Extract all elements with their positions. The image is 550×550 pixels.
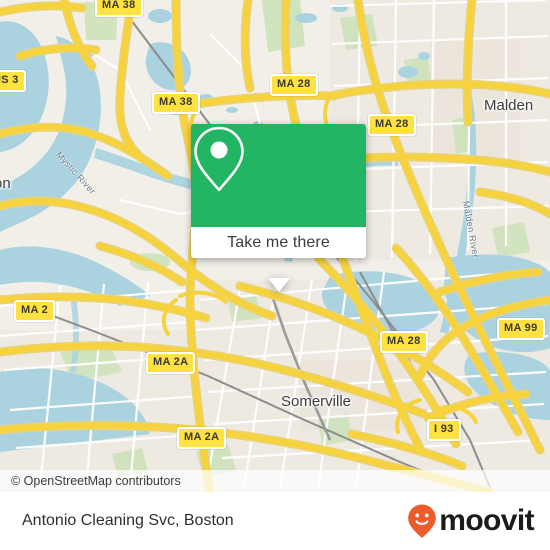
callout-icon-area bbox=[191, 124, 366, 227]
road-shield-ma-2[interactable]: MA 2 bbox=[14, 300, 56, 322]
road-shield-ma-38[interactable]: MA 38 bbox=[152, 92, 200, 114]
moovit-branding[interactable]: moovit bbox=[407, 503, 550, 539]
moovit-wordmark: moovit bbox=[439, 504, 534, 537]
bottom-bar: Antonio Cleaning Svc, Boston moovit bbox=[0, 492, 550, 550]
take-me-there-label: Take me there bbox=[227, 233, 330, 251]
road-shield-ma-99[interactable]: MA 99 bbox=[497, 318, 545, 340]
location-title: Antonio Cleaning Svc, Boston bbox=[22, 512, 234, 529]
road-shield-us-3[interactable]: US 3 bbox=[0, 70, 26, 92]
map-screenshot: MA 38 MA 38 MA 28 MA 28 US 3 MA 2 MA 2A … bbox=[0, 0, 550, 550]
callout-pointer bbox=[267, 278, 290, 292]
callout-action-area[interactable]: Take me there bbox=[191, 227, 366, 258]
road-shield-ma-28-lower[interactable]: MA 28 bbox=[380, 331, 428, 353]
place-label-clipped-left: on bbox=[0, 175, 11, 192]
attribution-text[interactable]: © OpenStreetMap contributors bbox=[0, 474, 181, 488]
moovit-smiley-pin-icon bbox=[408, 504, 437, 538]
location-pin-icon bbox=[194, 126, 244, 192]
place-label-somerville: Somerville bbox=[281, 393, 352, 410]
road-shield-ma-38-top[interactable]: MA 38 bbox=[95, 0, 143, 17]
map-attribution: © OpenStreetMap contributors bbox=[0, 470, 550, 492]
place-label-malden: Malden bbox=[484, 97, 534, 114]
road-shield-ma-2a[interactable]: MA 2A bbox=[146, 352, 196, 374]
road-shield-i-93[interactable]: I 93 bbox=[427, 419, 461, 441]
map-canvas[interactable]: MA 38 MA 38 MA 28 MA 28 US 3 MA 2 MA 2A … bbox=[0, 0, 550, 492]
road-shield-ma-2a-lower[interactable]: MA 2A bbox=[177, 427, 227, 449]
location-callout-card[interactable]: Take me there bbox=[191, 124, 366, 292]
road-shield-ma-28-top[interactable]: MA 28 bbox=[270, 74, 318, 96]
road-shield-ma-28-upper[interactable]: MA 28 bbox=[368, 114, 416, 136]
